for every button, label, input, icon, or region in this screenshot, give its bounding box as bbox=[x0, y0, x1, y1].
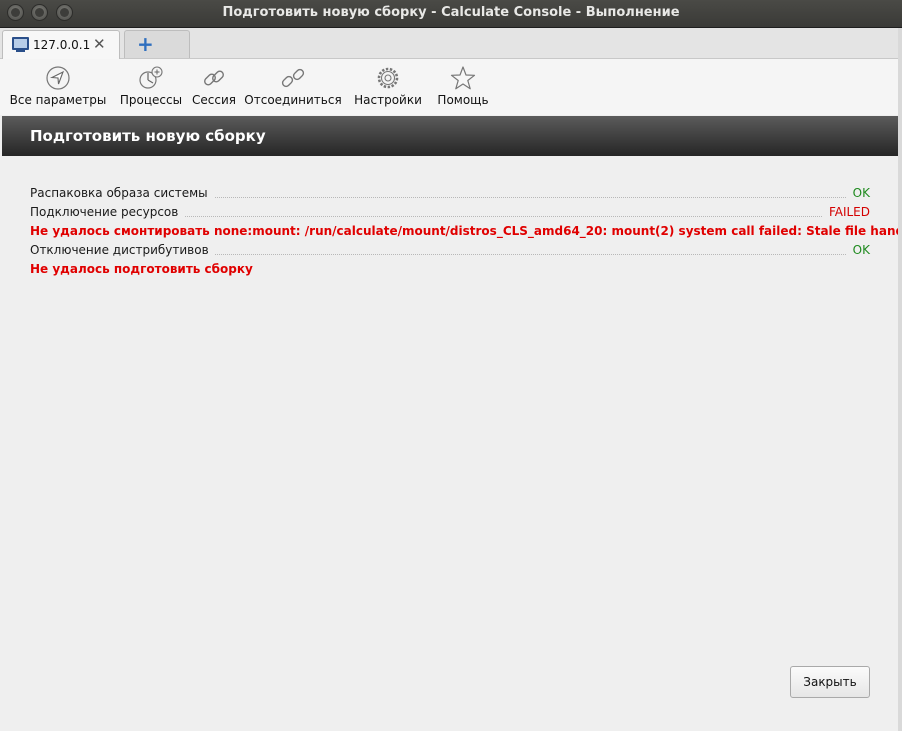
window-frame bbox=[898, 28, 902, 731]
toolbar-settings-label: Настройки bbox=[354, 93, 422, 107]
tab-close-icon[interactable]: ✕ bbox=[93, 35, 106, 53]
link-icon bbox=[204, 70, 224, 86]
toolbar-processes[interactable]: Процессы bbox=[118, 65, 184, 115]
toolbar-help-label: Помощь bbox=[437, 93, 489, 107]
star-icon bbox=[450, 66, 476, 90]
plus-icon: + bbox=[137, 32, 154, 56]
progress-log: Распаковка образа системы OK Подключение… bbox=[30, 184, 902, 279]
status-ok: OK bbox=[846, 241, 870, 260]
toolbar-disconnect-label: Отсоединиться bbox=[244, 93, 342, 107]
log-row-text: Распаковка образа системы bbox=[30, 186, 214, 200]
toolbar-settings[interactable]: Настройки bbox=[352, 65, 424, 115]
toolbar-all-parameters[interactable]: Все параметры bbox=[8, 65, 108, 115]
log-row-text: Подключение ресурсов bbox=[30, 205, 185, 219]
toolbar-processes-label: Процессы bbox=[119, 93, 183, 107]
toolbar-session-label: Сессия bbox=[192, 93, 236, 107]
page-title: Подготовить новую сборку bbox=[30, 127, 266, 145]
console-window: Подготовить новую сборку - Calculate Con… bbox=[0, 0, 902, 731]
window-title: Подготовить новую сборку - Calculate Con… bbox=[222, 5, 680, 20]
toolbar-help[interactable]: Помощь bbox=[434, 65, 492, 115]
tab-host-label: 127.0.0.1 bbox=[33, 38, 91, 52]
final-error-message: Не удалось подготовить сборку bbox=[30, 262, 253, 276]
title-bar: Подготовить новую сборку - Calculate Con… bbox=[0, 0, 902, 28]
toolbar-all-parameters-label: Все параметры bbox=[9, 93, 107, 107]
gear-icon bbox=[377, 67, 399, 89]
compass-icon bbox=[46, 66, 70, 90]
tab-add[interactable]: + bbox=[124, 30, 190, 58]
processes-icon bbox=[139, 66, 163, 89]
toolbar-session[interactable]: Сессия bbox=[190, 65, 238, 115]
status-failed: FAILED bbox=[822, 203, 870, 222]
toolbar-disconnect[interactable]: Отсоединиться bbox=[244, 65, 342, 115]
log-row: Распаковка образа системы OK bbox=[30, 184, 870, 203]
tab-host[interactable]: 127.0.0.1 ✕ bbox=[2, 30, 120, 59]
log-row: Подключение ресурсов FAILED bbox=[30, 203, 870, 222]
log-row: Отключение дистрибутивов OK bbox=[30, 241, 870, 260]
error-message: Не удалось смонтировать none:mount: /run… bbox=[30, 224, 902, 238]
toolbar: Все параметры Процессы Сессия Отсоединит… bbox=[0, 59, 902, 115]
broken-link-icon bbox=[281, 68, 305, 88]
tab-bar: 127.0.0.1 ✕ + bbox=[0, 28, 902, 59]
close-button[interactable]: Закрыть bbox=[790, 666, 870, 698]
page-header: Подготовить новую сборку bbox=[2, 116, 898, 156]
log-row-text: Отключение дистрибутивов bbox=[30, 243, 215, 257]
monitor-icon bbox=[12, 37, 29, 52]
status-ok: OK bbox=[846, 184, 870, 203]
